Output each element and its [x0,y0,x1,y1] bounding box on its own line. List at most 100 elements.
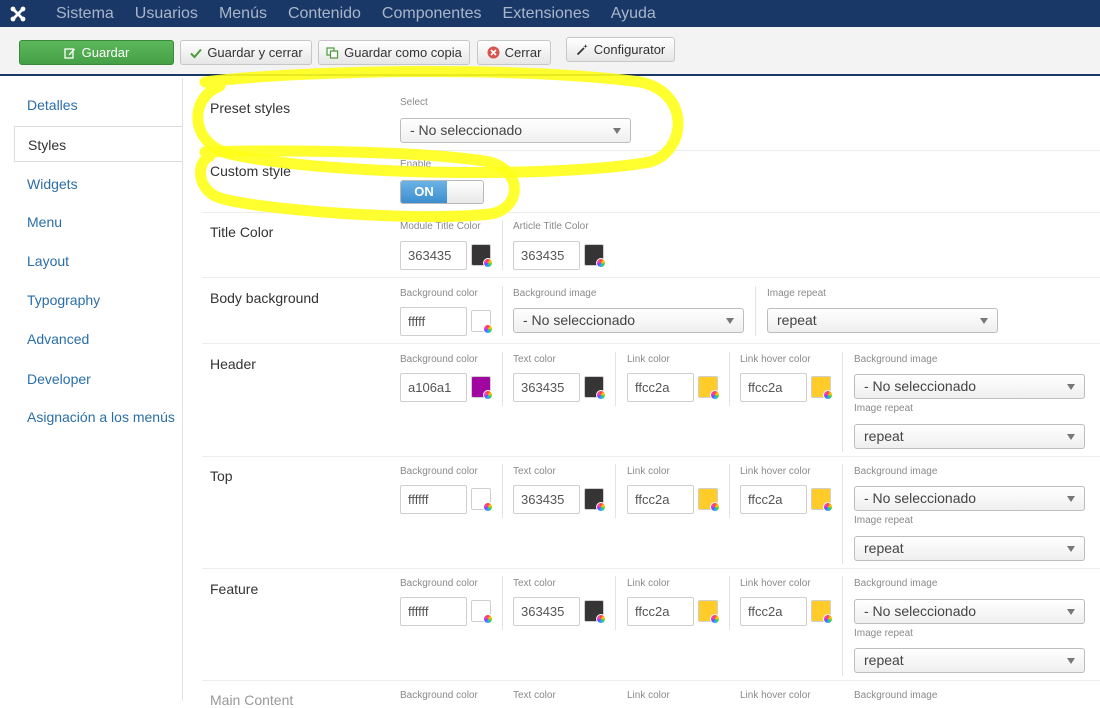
row-separator [202,456,1100,457]
tab-layout[interactable]: Layout [14,243,183,279]
field-divider [502,220,503,270]
row-separator [202,568,1100,569]
preset-styles-label: Preset styles [210,100,291,116]
body-bg-color-label: Background color [400,288,478,299]
nav-contenido[interactable]: Contenido [288,0,361,27]
color-wheel-icon [483,614,493,624]
color-wheel-icon [710,614,720,624]
tab-developer[interactable]: Developer [14,361,183,397]
row-separator [202,277,1100,278]
configurator-button[interactable]: Configurator [566,37,675,62]
close-button[interactable]: Cerrar [477,40,551,65]
color-swatch[interactable] [471,310,493,334]
color-wheel-icon [823,390,833,400]
color-swatch[interactable] [811,376,833,400]
color-swatch[interactable] [584,600,606,624]
header-link-color-input[interactable]: ffcc2a [627,373,694,402]
custom-style-toggle[interactable]: ON [400,180,484,204]
top-bg-color-input[interactable]: ffffff [400,485,467,514]
feature-link-hover-input[interactable]: ffcc2a [740,597,807,626]
header-text-color-label: Text color [513,354,556,365]
color-swatch[interactable] [584,488,606,512]
nav-extensiones[interactable]: Extensiones [503,0,590,27]
body-bg-color-input[interactable]: fffff [400,307,467,336]
top-link-hover-input[interactable]: ffcc2a [740,485,807,514]
save-button[interactable]: Guardar [19,40,174,65]
header-img-repeat-select[interactable]: repeat [854,424,1085,449]
body-bg-image-label: Background image [513,288,597,299]
nav-menus[interactable]: Menús [219,0,267,27]
header-link-color-label: Link color [627,354,670,365]
color-wheel-icon [596,502,606,512]
nav-sistema[interactable]: Sistema [56,0,114,27]
tab-menu-assignment[interactable]: Asignación a los menús [14,399,183,435]
custom-style-label: Custom style [210,163,291,179]
color-swatch[interactable] [471,488,493,512]
main-text-color-label: Text color [513,690,556,701]
module-title-color-input[interactable]: 363435 [400,241,467,270]
copy-icon [326,46,339,59]
tab-styles[interactable]: Styles [14,126,183,162]
color-swatch[interactable] [811,600,833,624]
feature-img-repeat-select[interactable]: repeat [854,648,1085,673]
top-text-color-input[interactable]: 363435 [513,485,580,514]
field-divider [502,352,503,406]
save-close-label: Guardar y cerrar [207,45,303,60]
top-bg-image-select[interactable]: - No seleccionado [854,486,1085,511]
row-separator [202,150,1100,151]
tab-detalles[interactable]: Detalles [14,87,183,123]
color-wheel-icon [823,614,833,624]
header-link-hover-input[interactable]: ffcc2a [740,373,807,402]
color-swatch[interactable] [811,488,833,512]
feature-text-color-label: Text color [513,578,556,589]
feature-text-color-input[interactable]: 363435 [513,597,580,626]
color-swatch[interactable] [584,376,606,400]
nav-usuarios[interactable]: Usuarios [135,0,198,27]
field-divider [615,576,616,630]
preset-select-label: Select [400,97,428,108]
field-divider [502,576,503,630]
nav-componentes[interactable]: Componentes [382,0,482,27]
header-label: Header [210,356,256,372]
save-copy-button[interactable]: Guardar como copia [318,40,470,65]
article-title-color-input[interactable]: 363435 [513,241,580,270]
header-bg-color-input[interactable]: a106a1 [400,373,467,402]
nav-ayuda[interactable]: Ayuda [611,0,656,27]
body-img-repeat-select[interactable]: repeat [767,308,998,333]
color-swatch[interactable] [698,488,720,512]
tab-typography[interactable]: Typography [14,282,183,318]
tab-advanced[interactable]: Advanced [14,321,183,357]
preset-select-value: - No seleccionado [410,122,523,138]
feature-link-color-input[interactable]: ffcc2a [627,597,694,626]
field-divider [842,576,843,676]
feature-link-color-label: Link color [627,578,670,589]
color-wheel-icon [483,502,493,512]
feature-bg-image-label: Background image [854,578,938,589]
color-swatch[interactable] [698,600,720,624]
top-link-color-input[interactable]: ffcc2a [627,485,694,514]
module-title-color-label: Module Title Color [400,221,481,232]
color-swatch[interactable] [471,600,493,624]
preset-select[interactable]: - No seleccionado [400,118,631,143]
check-icon [189,46,202,59]
feature-img-repeat-label: Image repeat [854,628,913,639]
color-swatch[interactable] [584,244,606,268]
field-divider [842,352,843,452]
joomla-icon[interactable] [0,0,36,27]
color-swatch[interactable] [471,244,493,268]
header-bg-image-select[interactable]: - No seleccionado [854,374,1085,399]
body-img-repeat-label: Image repeat [767,288,826,299]
chevron-down-icon [726,318,734,324]
top-img-repeat-select[interactable]: repeat [854,536,1085,561]
tab-widgets[interactable]: Widgets [14,166,183,202]
color-swatch[interactable] [698,376,720,400]
feature-bg-image-select[interactable]: - No seleccionado [854,599,1085,624]
body-bg-image-select[interactable]: - No seleccionado [513,308,744,333]
save-close-button[interactable]: Guardar y cerrar [180,40,312,65]
tab-menu[interactable]: Menu [14,204,183,240]
feature-bg-color-input[interactable]: ffffff [400,597,467,626]
chevron-down-icon [1067,658,1075,664]
color-swatch[interactable] [471,376,493,400]
header-text-color-input[interactable]: 363435 [513,373,580,402]
body-img-repeat-value: repeat [777,312,817,328]
